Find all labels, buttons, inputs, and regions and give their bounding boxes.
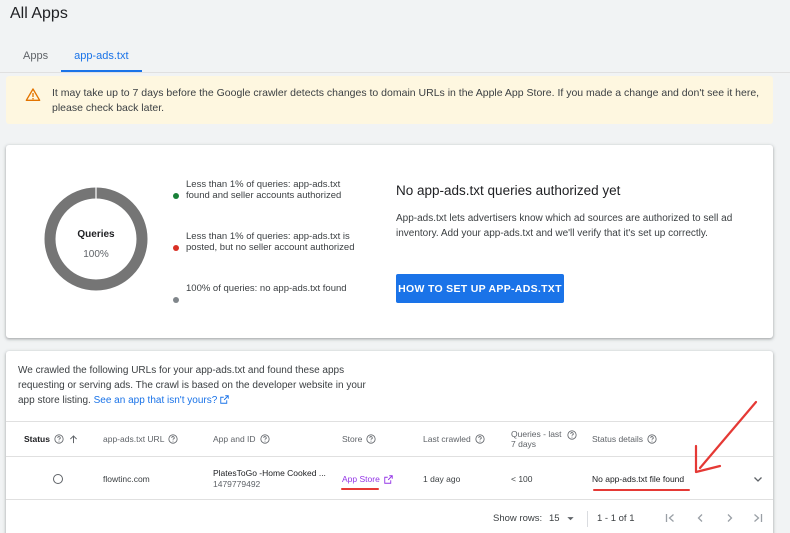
column-header-queries: Queries - last 7 days [511,422,577,456]
app-name: PlatesToGo -Home Cooked ... [213,468,326,478]
page-range: 1 - 1 of 1 [597,512,635,524]
rows-per-page-value: 15 [549,512,560,524]
tabs-divider [0,72,790,73]
annotation-underline-store [341,488,379,490]
annotation-underline-status [593,489,690,491]
legend-item-authorized: Less than 1% of queries: app-ads.txt fou… [173,179,356,201]
open-in-new-icon[interactable] [384,474,393,484]
first-page-icon [665,514,674,522]
chevron-down-icon[interactable] [752,473,764,485]
column-header-label: app-ads.txt URL [103,434,165,444]
column-header-label: App and ID [213,434,256,444]
page-title: All Apps [10,5,68,22]
footer-divider [587,511,588,527]
legend-item-no-file: 100% of queries: no app-ads.txt found [173,283,356,303]
next-page-button[interactable] [724,503,736,533]
url-cell: flowtinc.com [103,474,150,484]
status-details-cell: No app-ads.txt file found [592,474,685,484]
chevron-left-icon [697,514,703,522]
setup-app-ads-button[interactable]: HOW TO SET UP APP-ADS.TXT [396,274,564,303]
status-radio[interactable] [53,474,63,484]
legend-dot-grey [173,297,179,303]
legend-text: Less than 1% of queries: app-ads.txt is … [186,231,355,253]
column-header-label: Queries - last 7 days [511,429,562,449]
expand-row-cell [752,458,764,500]
rows-per-page-select[interactable]: 15 [549,503,575,533]
legend-dot-red [173,245,179,251]
column-header-label: Last crawled [423,434,471,444]
tab-app-ads-txt[interactable]: app-ads.txt [61,46,142,72]
column-header-store: Store [342,422,376,456]
help-icon[interactable] [647,434,657,444]
column-header-label: Store [342,434,363,444]
column-header-url: app-ads.txt URL [103,422,179,456]
chevron-right-icon [727,514,733,522]
last-crawled-cell: 1 day ago [423,474,461,484]
banner-text: It may take up to 7 days before the Goog… [52,87,760,114]
first-page-button[interactable] [664,503,676,533]
warning-banner: It may take up to 7 days before the Goog… [6,76,773,124]
warning-icon [25,88,41,101]
table-header: Status app-ads.txt URL App and ID Store … [6,421,773,457]
open-in-new-icon [220,395,229,404]
legend-item-no-seller: Less than 1% of queries: app-ads.txt is … [173,231,356,253]
dropdown-arrow-icon [566,516,574,520]
summary-card: Queries 100% Less than 1% of queries: ap… [6,145,773,338]
not-your-app-link-label: See an app that isn't yours? [93,395,218,406]
help-icon[interactable] [168,434,179,444]
sort-arrow-up-icon[interactable] [69,434,78,444]
cta-description: App-ads.txt lets advertisers know which … [396,213,733,239]
app-cell: PlatesToGo -Home Cooked ... 1479779492 [213,458,326,500]
crawl-table-card: We crawled the following URLs for your a… [6,351,773,533]
show-rows-label: Show rows: [493,512,543,524]
last-page-icon [754,514,763,522]
store-link[interactable]: App Store [342,474,380,484]
status-cell [53,458,63,500]
column-header-app: App and ID [213,422,270,456]
help-icon[interactable] [259,434,270,444]
last-page-button[interactable] [752,503,764,533]
legend-text: Less than 1% of queries: app-ads.txt fou… [186,179,342,201]
tab-bar: Apps app-ads.txt [10,46,142,72]
help-icon[interactable] [54,434,64,444]
table-row[interactable]: flowtinc.com PlatesToGo -Home Cooked ...… [6,458,773,500]
column-header-last-crawled: Last crawled [423,422,485,456]
donut-percent: 100% [83,249,109,260]
legend-text: 100% of queries: no app-ads.txt found [186,283,347,294]
app-id: 1479779492 [213,479,261,489]
previous-page-button[interactable] [694,503,706,533]
donut-title: Queries [77,229,115,240]
crawl-description: We crawled the following URLs for your a… [18,363,368,408]
column-header-status-details: Status details [592,422,657,456]
tab-apps[interactable]: Apps [10,46,61,72]
cta-title: No app-ads.txt queries authorized yet [396,183,621,198]
column-header-label: Status details [592,434,644,444]
column-header-status[interactable]: Status [24,422,78,456]
column-header-label: Status [24,434,50,444]
queries-cell: < 100 [511,474,533,484]
not-your-app-link[interactable]: See an app that isn't yours? [94,395,230,406]
store-cell: App Store [342,458,393,500]
help-icon[interactable] [366,434,376,444]
legend-dot-green [173,193,179,199]
help-icon[interactable] [567,430,577,440]
table-footer: Show rows: 15 1 - 1 of 1 [6,503,773,533]
help-icon[interactable] [475,434,485,444]
